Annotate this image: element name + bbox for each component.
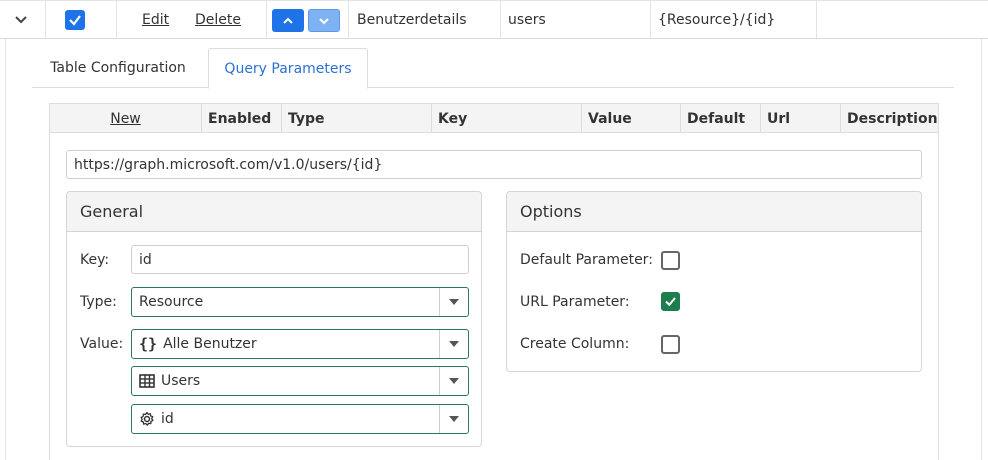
header-key[interactable]: Key bbox=[431, 104, 581, 133]
edit-link[interactable]: Edit bbox=[142, 12, 169, 28]
header-type[interactable]: Type bbox=[281, 104, 431, 133]
url-field[interactable]: https://graph.microsoft.com/v1.0/users/{… bbox=[66, 150, 922, 179]
dropdown-arrow-icon[interactable] bbox=[439, 405, 468, 433]
type-select[interactable]: Resource bbox=[131, 287, 469, 317]
table-select[interactable]: Users bbox=[131, 366, 469, 396]
default-parameter-label: Default Parameter: bbox=[520, 252, 653, 268]
url-parameter-checkbox[interactable] bbox=[661, 292, 680, 311]
row-select-checkbox[interactable] bbox=[65, 10, 85, 30]
key-input[interactable]: id bbox=[131, 245, 469, 274]
row-path: {Resource}/{id} bbox=[658, 12, 776, 28]
dropdown-arrow-icon[interactable] bbox=[439, 288, 468, 316]
gear-icon bbox=[140, 411, 154, 426]
move-down-button[interactable] bbox=[308, 9, 340, 32]
default-parameter-checkbox[interactable] bbox=[661, 251, 680, 270]
header-url[interactable]: Url bbox=[760, 104, 840, 133]
data-row: Edit Delete Benutzerdetails users {Resou… bbox=[0, 0, 988, 39]
chevron-up-icon bbox=[283, 17, 293, 24]
column-select-text: id bbox=[161, 411, 174, 427]
delete-link[interactable]: Delete bbox=[195, 12, 241, 28]
header-value[interactable]: Value bbox=[581, 104, 680, 133]
value-select-text: Alle Benutzer bbox=[163, 336, 257, 352]
move-up-button[interactable] bbox=[272, 9, 304, 32]
row-name: Benutzerdetails bbox=[357, 12, 467, 28]
value-label: Value: bbox=[80, 336, 124, 352]
general-title: General bbox=[67, 192, 481, 232]
column-select[interactable]: id bbox=[131, 404, 469, 434]
key-label: Key: bbox=[80, 252, 110, 268]
value-select[interactable]: {} Alle Benutzer bbox=[131, 329, 469, 359]
row-resource: users bbox=[508, 12, 546, 28]
check-icon bbox=[69, 15, 81, 26]
tab-table-configuration[interactable]: Table Configuration bbox=[40, 48, 196, 88]
check-icon bbox=[665, 297, 676, 307]
chevron-down-icon[interactable] bbox=[14, 13, 28, 27]
options-title: Options bbox=[507, 192, 921, 232]
grid-header: New Enabled Type Key Value Default Url D… bbox=[50, 104, 938, 133]
type-label: Type: bbox=[80, 294, 117, 310]
new-link[interactable]: New bbox=[50, 104, 201, 133]
chevron-down-icon bbox=[319, 17, 329, 24]
table-icon bbox=[139, 374, 155, 388]
dropdown-arrow-icon[interactable] bbox=[439, 367, 468, 395]
header-description[interactable]: Description bbox=[840, 104, 938, 133]
type-select-value: Resource bbox=[139, 294, 204, 310]
create-column-label: Create Column: bbox=[520, 336, 630, 352]
create-column-checkbox[interactable] bbox=[661, 335, 680, 354]
header-default[interactable]: Default bbox=[680, 104, 760, 133]
table-select-text: Users bbox=[161, 373, 201, 389]
tab-bar: Table Configuration Query Parameters bbox=[32, 48, 954, 89]
url-parameter-label: URL Parameter: bbox=[520, 294, 630, 310]
tab-query-parameters[interactable]: Query Parameters bbox=[208, 48, 368, 89]
braces-icon: {} bbox=[139, 335, 158, 353]
dropdown-arrow-icon[interactable] bbox=[439, 330, 468, 358]
header-enabled[interactable]: Enabled bbox=[201, 104, 281, 133]
